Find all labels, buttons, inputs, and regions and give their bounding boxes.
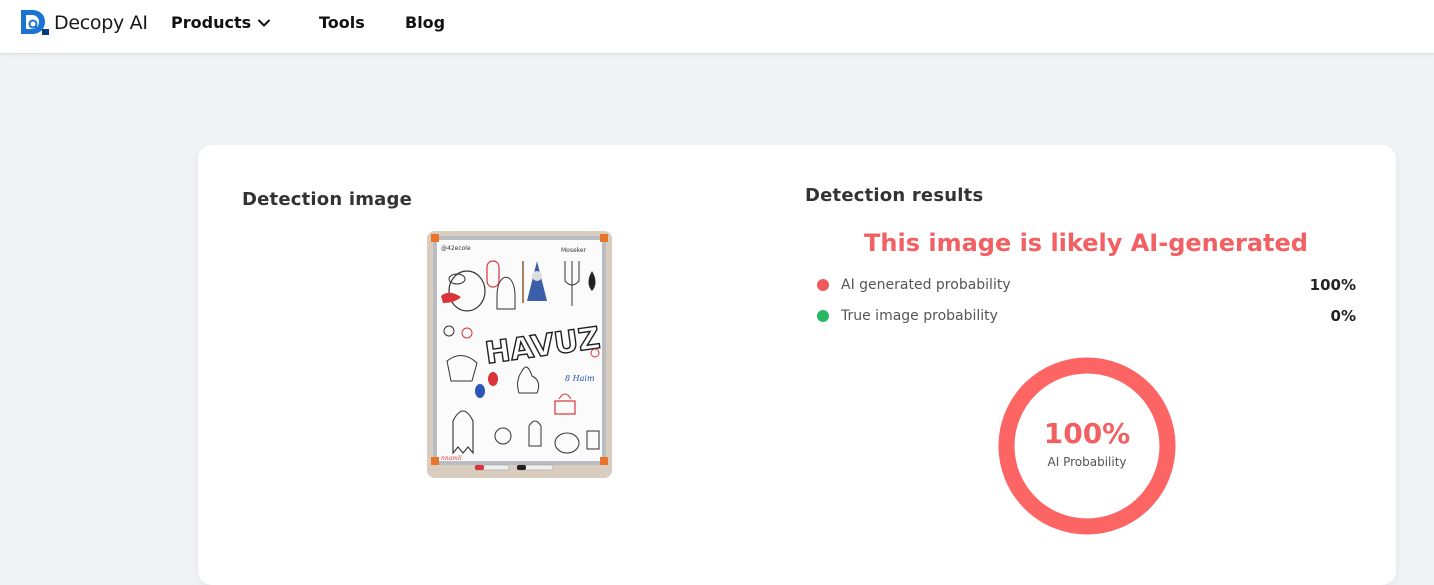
ai-probability-value: 100% bbox=[1309, 276, 1356, 294]
true-probability-value: 0% bbox=[1330, 307, 1356, 325]
ai-probability-row: AI generated probability 100% bbox=[817, 275, 1356, 295]
nav-tools[interactable]: Tools bbox=[319, 13, 365, 32]
nav-tools-label: Tools bbox=[319, 13, 365, 32]
drawing-text-signature: nnamli bbox=[441, 455, 462, 462]
detection-results-title: Detection results bbox=[805, 185, 984, 206]
whiteboard-drawing-image: @42ecole Moseker HAVUZ 8 Haim nnamli bbox=[427, 231, 612, 478]
decopy-logo-icon bbox=[21, 10, 49, 35]
true-probability-row: True image probability 0% bbox=[817, 306, 1356, 326]
detection-image: @42ecole Moseker HAVUZ 8 Haim nnamli bbox=[427, 231, 612, 478]
true-probability-label: True image probability bbox=[841, 308, 998, 324]
nav-blog-label: Blog bbox=[405, 13, 446, 32]
gauge-caption: AI Probability bbox=[1047, 455, 1127, 469]
gauge-value: 100% bbox=[1043, 417, 1131, 450]
ai-probability-dot bbox=[817, 279, 829, 291]
detection-card: Detection image @42ecole Moseker HAVUZ 8… bbox=[198, 145, 1396, 585]
drawing-text-side: 8 Haim bbox=[565, 374, 595, 383]
ai-probability-label: AI generated probability bbox=[841, 277, 1011, 293]
drawing-text-top-left: @42ecole bbox=[441, 245, 471, 252]
nav-products[interactable]: Products bbox=[171, 13, 271, 32]
verdict-text: This image is likely AI-generated bbox=[864, 229, 1308, 257]
logo-text: Decopy AI bbox=[54, 11, 148, 34]
drawing-text-top-right: Moseker bbox=[561, 247, 587, 254]
nav-blog[interactable]: Blog bbox=[405, 13, 445, 32]
nav-products-label: Products bbox=[171, 13, 252, 32]
ai-probability-gauge: 100% AI Probability bbox=[998, 357, 1176, 535]
top-navigation-bar: Decopy AI Products Tools Blog bbox=[0, 0, 1434, 53]
decopy-logo[interactable]: Decopy AI bbox=[20, 9, 148, 36]
chevron-down-icon bbox=[258, 19, 271, 27]
true-probability-dot bbox=[817, 310, 829, 322]
detection-image-title: Detection image bbox=[242, 189, 413, 210]
